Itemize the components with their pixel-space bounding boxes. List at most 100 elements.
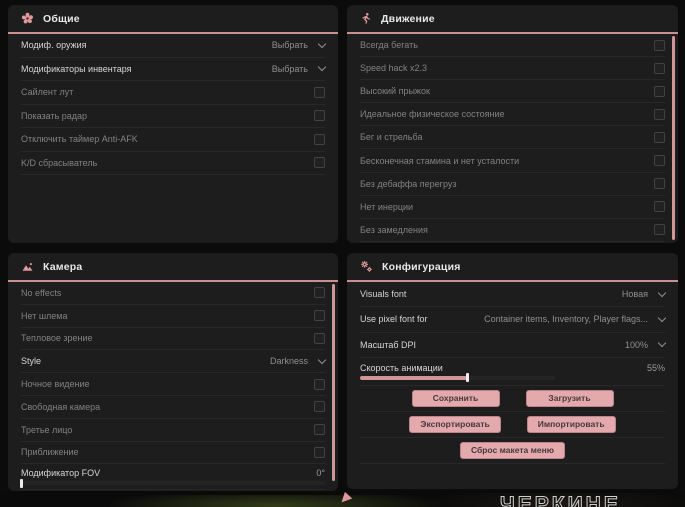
chevron-down-icon	[317, 63, 327, 72]
panel-movement: Движение Всегда бегать Speed hack x2.3 Высо…	[347, 5, 678, 243]
panel-content: No effects Нет шлема Тепловое зрение Style D…	[8, 282, 338, 491]
checkbox[interactable]	[654, 155, 665, 167]
dropdown-value: Darkness	[269, 356, 308, 367]
dropdown[interactable]: Новая	[622, 288, 667, 299]
row-label: Приближение	[21, 447, 79, 458]
settings-row: Модиф. оружия Выбрать	[21, 34, 327, 58]
row-label: Высокий прыжок	[360, 86, 430, 97]
settings-row[interactable]: Бег и стрельба	[360, 126, 665, 150]
checkbox[interactable]	[654, 85, 665, 97]
settings-row[interactable]: Идеальное физическое состояние	[360, 103, 665, 127]
settings-row[interactable]: Приближение	[21, 442, 325, 465]
checkbox[interactable]	[654, 178, 665, 190]
panel-title: Конфигурация	[382, 260, 461, 273]
row-label: Без замедления	[360, 224, 428, 235]
scrollbar[interactable]	[332, 284, 335, 481]
dropdown[interactable]: Darkness	[269, 355, 327, 367]
settings-row[interactable]: Нет шлема	[21, 305, 325, 328]
settings-row[interactable]: Сайлент лут	[21, 81, 325, 105]
gears-icon	[360, 260, 373, 273]
checkbox[interactable]	[654, 201, 665, 213]
row-label: Отключить таймер Anti-AFK	[21, 134, 138, 145]
action-button[interactable]: Импортировать	[526, 415, 616, 433]
chevron-down-icon	[657, 338, 667, 348]
checkbox[interactable]	[314, 424, 325, 436]
row-label: Свободная камера	[21, 401, 101, 412]
settings-row[interactable]: Ночное видение	[21, 373, 325, 396]
row-label: Модиф. оружия	[21, 40, 87, 51]
row-label: K/D сбрасыватель	[21, 157, 98, 168]
dropdown[interactable]: Выбрать	[271, 63, 327, 74]
runner-icon	[360, 12, 372, 25]
slider-row-top: Модификатор FOV 0°	[21, 468, 325, 478]
panel-content: Всегда бегать Speed hack x2.3 Высокий прыж…	[347, 34, 678, 242]
action-button[interactable]: Экспортировать	[409, 415, 501, 433]
checkbox[interactable]	[314, 446, 325, 458]
row-label: Масштаб DPI	[360, 339, 417, 350]
row-label: Показать радар	[21, 110, 88, 121]
settings-row[interactable]: No effects	[21, 282, 325, 305]
dropdown-value: Container items, Inventory, Player flags…	[484, 314, 648, 325]
checkbox[interactable]	[314, 110, 325, 122]
settings-row[interactable]: Без замедления	[360, 219, 665, 242]
checkbox[interactable]	[314, 86, 325, 98]
checkbox[interactable]	[654, 62, 665, 74]
row-label: Третье лицо	[21, 424, 73, 435]
background-text: ЧЕРКИНЕ	[500, 493, 621, 507]
checkbox[interactable]	[314, 310, 325, 322]
settings-row: Сброс макета меню	[360, 438, 665, 464]
settings-row[interactable]: Тепловое зрение	[21, 328, 325, 351]
settings-row[interactable]: Отключить таймер Anti-AFK	[21, 128, 325, 152]
checkbox[interactable]	[654, 224, 665, 236]
action-button[interactable]: Загрузить	[525, 389, 614, 407]
checkbox[interactable]	[654, 131, 665, 143]
settings-row[interactable]: Нет инерции	[360, 196, 665, 219]
checkbox[interactable]	[654, 108, 665, 120]
row-label: Идеальное физическое состояние	[360, 109, 505, 120]
settings-row[interactable]: Показать радар	[21, 105, 325, 128]
checkbox[interactable]	[314, 378, 325, 390]
settings-row[interactable]: K/D сбрасыватель	[21, 152, 325, 175]
settings-row[interactable]: Высокий прыжок	[360, 80, 665, 104]
checkbox[interactable]	[314, 157, 325, 169]
action-button[interactable]: Сохранить	[411, 389, 500, 407]
row-label: Use pixel font for	[360, 314, 428, 325]
settings-row[interactable]: Без дебаффа перегруз	[360, 173, 665, 196]
row-label: Ночное видение	[21, 379, 90, 390]
row-label: Style	[21, 356, 42, 367]
settings-row: Visuals font Новая	[360, 282, 667, 308]
slider[interactable]	[20, 478, 325, 488]
dropdown-value: Выбрать	[271, 63, 308, 74]
panel-title: Общие	[43, 12, 80, 25]
settings-row: Модификатор FOV 0°	[20, 464, 325, 491]
chevron-down-icon	[657, 288, 667, 297]
mod-menu-screen: ЧЕРКИНЕ Общие Модиф. оружия Выбрать Модифик…	[0, 0, 685, 507]
row-label: Speed hack x2.3	[360, 63, 428, 74]
checkbox[interactable]	[314, 401, 325, 413]
settings-row[interactable]: Speed hack x2.3	[360, 57, 665, 81]
scrollbar[interactable]	[672, 36, 675, 240]
checkbox[interactable]	[654, 39, 665, 51]
dropdown[interactable]: 100%	[625, 338, 667, 350]
checkbox[interactable]	[314, 287, 325, 299]
checkbox[interactable]	[314, 133, 325, 145]
chevron-down-icon	[317, 39, 327, 48]
action-button[interactable]: Сброс макета меню	[459, 441, 566, 459]
row-label: No effects	[21, 287, 62, 298]
settings-row[interactable]: Всегда бегать	[360, 34, 665, 58]
settings-row[interactable]: Третье лицо	[21, 419, 325, 442]
settings-row: Style Darkness	[21, 350, 327, 374]
slider-handle[interactable]	[20, 478, 23, 488]
dropdown[interactable]: Container items, Inventory, Player flags…	[484, 313, 667, 325]
row-label: Visuals font	[360, 289, 407, 300]
slider-value: 55%	[646, 362, 665, 373]
checkbox[interactable]	[314, 332, 325, 344]
image-icon	[21, 261, 34, 273]
slider[interactable]	[360, 373, 555, 383]
settings-row[interactable]: Свободная камера	[21, 396, 325, 419]
panel-general: Общие Модиф. оружия Выбрать Модификаторы ин…	[8, 5, 338, 243]
slider-handle[interactable]	[466, 373, 470, 383]
dropdown-value: Выбрать	[271, 40, 308, 51]
settings-row[interactable]: Бесконечная стамина и нет усталости	[360, 149, 665, 173]
dropdown[interactable]: Выбрать	[271, 39, 327, 51]
